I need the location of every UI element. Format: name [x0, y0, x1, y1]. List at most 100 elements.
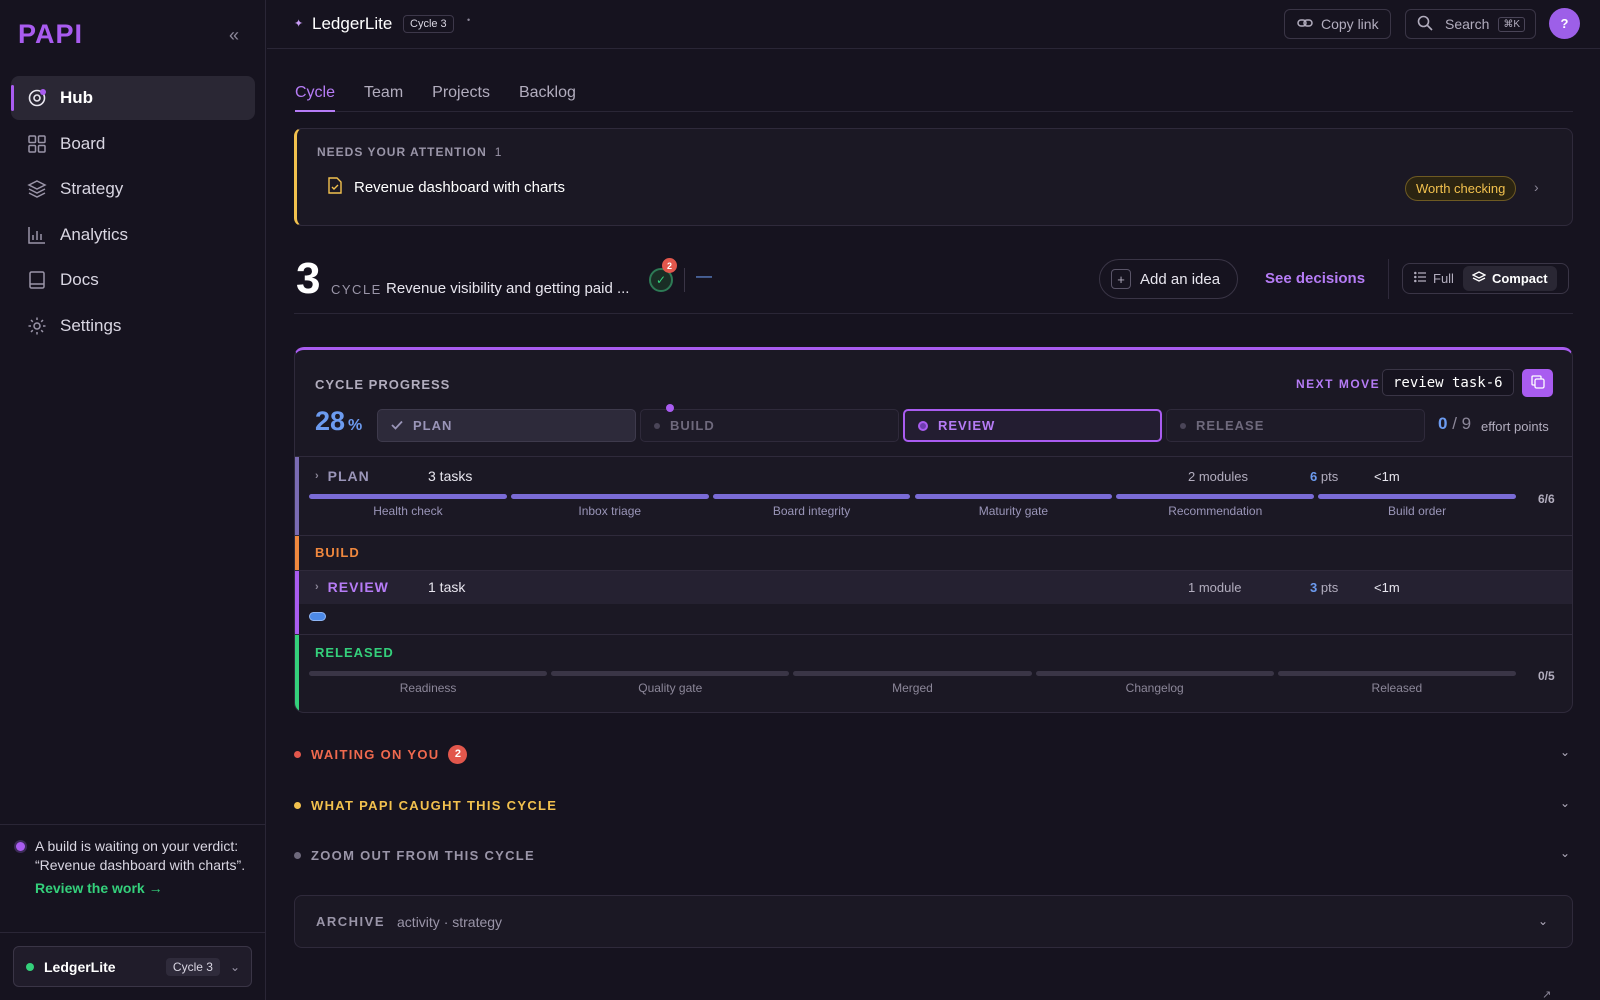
next-move-label: NEXT MOVE [1296, 377, 1381, 391]
points-value: 3 [1310, 580, 1318, 595]
cycle-progress-title: CYCLE PROGRESS [315, 377, 451, 392]
cycle-number: 3 [296, 254, 321, 303]
tab-projects[interactable]: Projects [432, 80, 490, 112]
build-notice: A build is waiting on your verdict: “Rev… [16, 837, 252, 898]
document-check-icon [327, 177, 343, 198]
sidebar-item-board[interactable]: Board [11, 122, 255, 166]
step-bar [1277, 671, 1516, 676]
view-compact-label: Compact [1491, 271, 1548, 286]
module-count: 1 module [1188, 580, 1242, 595]
resize-icon[interactable]: ↗ [1542, 988, 1551, 1000]
tab-backlog[interactable]: Backlog [519, 80, 576, 112]
review-work-link[interactable]: Review the work → [35, 879, 252, 898]
stage-dot [918, 420, 928, 431]
step-label: Health check [373, 504, 443, 518]
sidebar-item-docs[interactable]: Docs [11, 258, 255, 302]
tab-team[interactable]: Team [364, 80, 403, 112]
layers-icon [1471, 270, 1487, 287]
stage-review[interactable]: REVIEW [903, 409, 1162, 442]
notice-dot [16, 842, 25, 851]
list-icon [1414, 271, 1427, 286]
step-bar [309, 671, 548, 676]
view-full-button[interactable]: Full [1405, 266, 1463, 291]
check-count-badge: 2 [662, 258, 677, 273]
points-unit: pts [1320, 580, 1339, 595]
papi-caught-section[interactable]: WHAT PAPI CAUGHT THIS CYCLE ⌄ [294, 793, 1573, 817]
effort-total: / 9 [1452, 414, 1472, 433]
step-label: Inbox triage [578, 504, 642, 518]
sidebar-item-hub[interactable]: Hub [11, 76, 255, 120]
view-full-label: Full [1433, 271, 1454, 286]
attention-item[interactable]: Revenue dashboard with charts [327, 177, 565, 198]
add-idea-label: Add an idea [1140, 270, 1221, 288]
search-button[interactable]: Search ⌘K [1405, 9, 1536, 39]
chevron-right-icon[interactable]: › [1534, 179, 1539, 195]
sidebar-item-label: Settings [60, 315, 122, 335]
points: 6 pts [1310, 469, 1338, 484]
effort-done: 0 [1438, 414, 1448, 433]
row-accent [295, 571, 299, 634]
book-icon [27, 270, 47, 290]
attention-label: NEEDS YOUR ATTENTION 1 [317, 145, 502, 159]
stage-build[interactable]: BUILD [640, 409, 899, 442]
percent-value: 28 [315, 406, 346, 436]
view-compact-button[interactable]: Compact [1462, 266, 1557, 291]
view-toggle: Full Compact [1402, 263, 1569, 294]
sidebar-item-analytics[interactable]: Analytics [11, 213, 255, 257]
progress-percent: 28% [315, 406, 362, 437]
project-switcher[interactable]: LedgerLite Cycle 3 ⌄ [13, 946, 252, 987]
sidebar-item-label: Board [60, 133, 106, 153]
copy-command-button[interactable] [1522, 369, 1553, 397]
attention-count: 1 [494, 145, 503, 159]
sidebar-item-settings[interactable]: Settings [11, 304, 255, 348]
percent-sign: % [348, 417, 363, 434]
review-row-toggle[interactable]: › REVIEW [315, 579, 389, 595]
stage-label: REVIEW [938, 418, 996, 433]
task-count: 3 tasks [428, 468, 473, 484]
step-bar [551, 671, 790, 676]
step-label: Changelog [1125, 681, 1184, 695]
dash-indicator: — [696, 268, 712, 285]
stage-label: BUILD [670, 418, 715, 433]
tab-bar: Cycle Team Projects Backlog [295, 80, 1573, 112]
add-idea-button[interactable]: + Add an idea [1099, 259, 1238, 299]
plus-icon: + [1111, 269, 1131, 289]
stage-release[interactable]: RELEASE [1166, 409, 1425, 442]
step-bar [1116, 494, 1315, 499]
logo[interactable]: PAPI [18, 19, 83, 50]
waiting-on-you-section[interactable]: WAITING ON YOU 2 ⌄ [294, 742, 1573, 766]
tab-cycle[interactable]: Cycle [295, 80, 336, 112]
points-value: 6 [1310, 469, 1318, 484]
copy-link-button[interactable]: Copy link [1284, 9, 1391, 39]
step-label: Build order [1388, 504, 1447, 518]
elapsed-time: <1m [1374, 580, 1400, 595]
cycle-badge: Cycle 3 [403, 15, 454, 33]
step-bar [309, 494, 507, 499]
cycle-name: Revenue visibility and getting paid ... [386, 280, 630, 297]
help-button[interactable]: ? [1549, 8, 1580, 39]
plan-row-toggle[interactable]: › PLAN [315, 468, 370, 484]
review-row: › REVIEW 1 task 1 module 3 pts <1m [295, 570, 1572, 634]
shortcut-hint: ⌘K [1498, 16, 1526, 32]
zoom-out-section[interactable]: ZOOM OUT FROM THIS CYCLE ⌄ [294, 843, 1573, 867]
status-dot [294, 801, 301, 809]
sidebar-item-label: Analytics [60, 224, 129, 244]
sidebar: PAPI « Hub Board Strategy Analytics Docs… [0, 0, 266, 1000]
sidebar-item-label: Docs [60, 270, 99, 289]
step-bar [510, 494, 709, 499]
layers-icon [27, 179, 47, 199]
task-chip[interactable] [309, 612, 326, 621]
collapse-sidebar-icon[interactable]: « [224, 26, 244, 46]
archive-section[interactable]: ARCHIVE activity · strategy ⌄ [294, 895, 1573, 948]
sidebar-item-label: Strategy [60, 179, 124, 198]
step-label: Maturity gate [978, 504, 1049, 518]
chevron-right-icon: › [315, 581, 320, 593]
cycle-progress-panel: CYCLE PROGRESS NEXT MOVE review task-6 2… [294, 347, 1573, 713]
stage-plan[interactable]: PLAN [377, 409, 636, 442]
sidebar-item-strategy[interactable]: Strategy [11, 167, 255, 211]
current-position-marker [666, 404, 674, 412]
next-move-command[interactable]: review task-6 [1382, 369, 1514, 396]
status-dot [294, 851, 301, 859]
see-decisions-link[interactable]: See decisions [1265, 270, 1365, 287]
project-title[interactable]: LedgerLite [312, 14, 392, 34]
